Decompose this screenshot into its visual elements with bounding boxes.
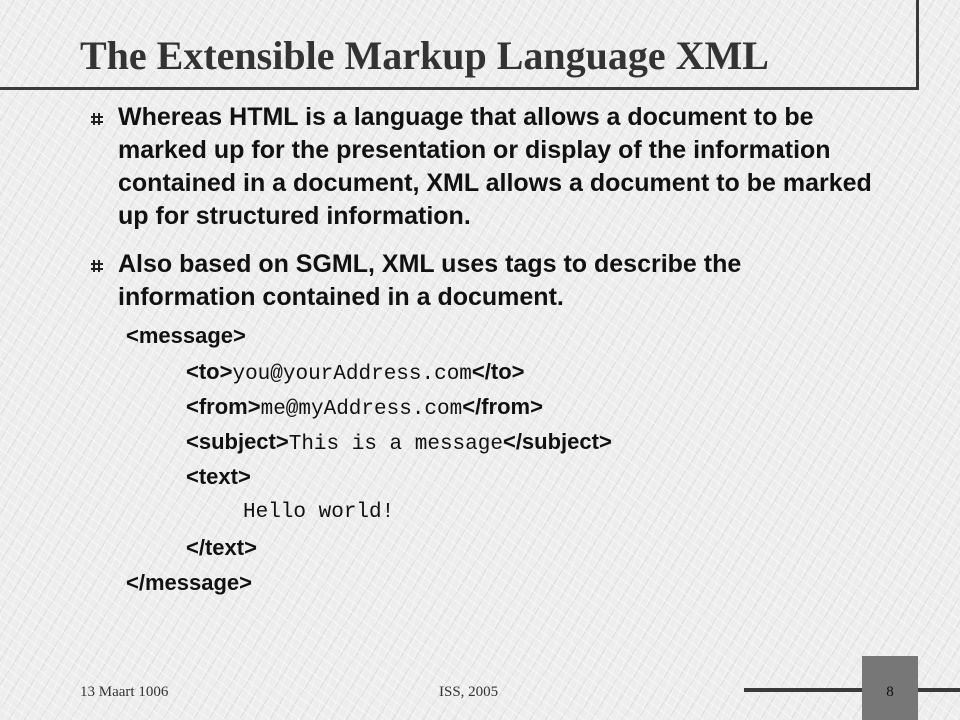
- hash-bullet-icon: [91, 260, 103, 272]
- footer-date: 13 Maart 1006: [80, 684, 169, 700]
- code-text-open: <text>: [186, 464, 251, 489]
- code-text-close: </text>: [186, 535, 257, 560]
- slide-title: The Extensible Markup Language XML: [80, 33, 769, 78]
- code-message-open: <message>: [126, 323, 246, 348]
- title-rule-vertical: [916, 0, 919, 90]
- code-subject-line: <subject>This is a message</subject>: [186, 429, 612, 456]
- bullet-html-vs-xml: Whereas HTML is a language that allows a…: [118, 103, 872, 230]
- hash-bullet-icon: [91, 113, 103, 125]
- title-rule: [0, 87, 918, 90]
- code-text-value: Hello world!: [243, 501, 395, 524]
- code-message-close: </message>: [126, 570, 252, 595]
- page-number: 8: [886, 684, 894, 700]
- footer-rule: [744, 688, 960, 692]
- footer-course: ISS, 2005: [439, 684, 499, 700]
- code-from-line: <from>me@myAddress.com</from>: [186, 394, 543, 421]
- code-to-line: <to>you@yourAddress.com</to>: [186, 359, 525, 386]
- bullet-sgml-tags: Also based on SGML, XML uses tags to des…: [118, 250, 742, 311]
